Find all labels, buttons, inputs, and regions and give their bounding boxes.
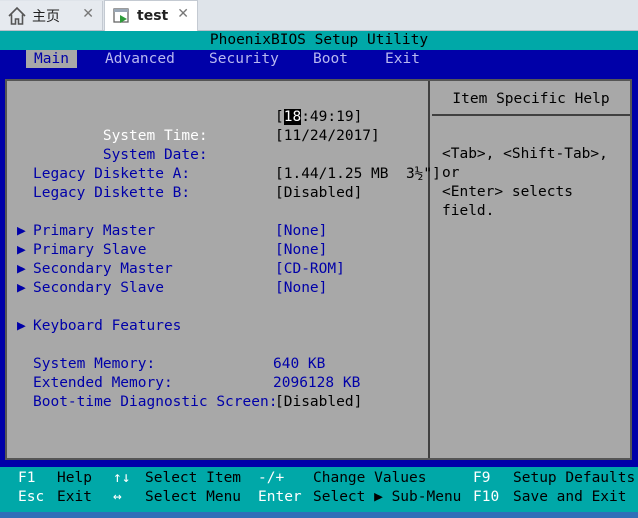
tab-home-label: 主页: [32, 8, 60, 25]
legacy-diskette-b-label: Legacy Diskette B:: [33, 185, 191, 201]
submenu-arrow-icon: ▶: [17, 280, 26, 296]
key-esc: Esc: [18, 489, 45, 505]
key-plusminus-desc: Change Values: [313, 470, 427, 486]
help-panel: Item Specific Help <Tab>, <Shift-Tab>, o…: [432, 81, 630, 458]
legacy-diskette-a-label: Legacy Diskette A:: [33, 166, 191, 182]
submenu-arrow-icon: ▶: [17, 318, 26, 334]
key-updown-desc: Select Item: [145, 470, 242, 486]
key-f9-desc: Setup Defaults: [513, 470, 636, 486]
vm-icon: [111, 5, 133, 27]
system-time-rest: :49:19]: [301, 109, 363, 125]
secondary-slave-label[interactable]: Secondary Slave: [33, 279, 164, 298]
system-date-value[interactable]: [11/24/2017]: [275, 127, 380, 146]
tab-test-label: test: [137, 8, 169, 24]
key-f10: F10: [473, 489, 500, 505]
key-leftright-desc: Select Menu: [145, 489, 242, 505]
home-icon: [6, 5, 28, 27]
submenu-arrow-icon: ▶: [17, 261, 26, 277]
window-bottom-edge: [0, 512, 638, 518]
menu-exit[interactable]: Exit: [385, 50, 420, 68]
tab-home[interactable]: 主页 ✕: [0, 1, 103, 30]
secondary-slave-value: [None]: [275, 280, 328, 296]
system-memory-label: System Memory:: [33, 356, 156, 372]
main-panel: System Time: [18:49:19] System Date: [11…: [5, 79, 632, 460]
primary-slave-value: [None]: [275, 242, 328, 258]
menu-security[interactable]: Security: [209, 50, 279, 68]
key-f9: F9: [473, 470, 491, 486]
close-icon[interactable]: ✕: [82, 6, 94, 22]
keyboard-features-label[interactable]: Keyboard Features: [33, 317, 181, 336]
bios-menu-bar: Main Advanced Security Boot Exit: [0, 50, 638, 68]
help-line-2: <Enter> selects field.: [442, 184, 573, 219]
key-f1-desc: Help: [57, 470, 92, 486]
settings-list: System Time: [18:49:19] System Date: [11…: [7, 81, 441, 458]
extended-memory-value: 2096128 KB: [273, 375, 361, 391]
key-enter-desc: Select ▶ Sub-Menu: [313, 489, 462, 505]
boot-diagnostic-label: Boot-time Diagnostic Screen:: [33, 394, 278, 410]
primary-master-value: [None]: [275, 223, 328, 239]
menu-advanced[interactable]: Advanced: [105, 50, 175, 68]
tab-test[interactable]: test ✕: [104, 0, 198, 31]
menu-boot[interactable]: Boot: [313, 50, 348, 68]
legacy-diskette-a-value[interactable]: [1.44/1.25 MB 3½"]: [275, 165, 441, 184]
close-icon[interactable]: ✕: [177, 6, 189, 22]
key-leftright: ↔: [113, 489, 122, 505]
secondary-master-value: [CD-ROM]: [275, 261, 345, 277]
boot-diagnostic-value[interactable]: [Disabled]: [275, 393, 362, 412]
help-line-1: <Tab>, <Shift-Tab>, or: [442, 146, 608, 181]
primary-slave-label[interactable]: Primary Slave: [33, 241, 147, 260]
key-plusminus: -/+: [258, 470, 285, 486]
key-legend-bar: F1 Help ↑↓ Select Item -/+ Change Values…: [0, 467, 638, 518]
extended-memory-label: Extended Memory:: [33, 375, 173, 391]
system-memory-value: 640 KB: [273, 356, 326, 372]
primary-master-label[interactable]: Primary Master: [33, 222, 155, 241]
system-date-row[interactable]: System Date:: [33, 127, 208, 163]
key-f1: F1: [18, 470, 36, 486]
help-text: <Tab>, <Shift-Tab>, or <Enter> selects f…: [442, 145, 626, 221]
tab-strip: 主页 ✕ test ✕: [0, 0, 638, 31]
secondary-master-label[interactable]: Secondary Master: [33, 260, 173, 279]
key-updown: ↑↓: [113, 470, 131, 486]
menu-main[interactable]: Main: [26, 50, 77, 68]
system-time-value[interactable]: [18:49:19]: [275, 108, 362, 127]
submenu-arrow-icon: ▶: [17, 223, 26, 239]
system-time-cursor: 18: [283, 109, 302, 125]
key-esc-desc: Exit: [57, 489, 92, 505]
system-date-label: System Date:: [102, 147, 208, 163]
key-enter: Enter: [258, 489, 302, 505]
key-f10-desc: Save and Exit: [513, 489, 627, 505]
bios-title: PhoenixBIOS Setup Utility: [0, 31, 638, 50]
submenu-arrow-icon: ▶: [17, 242, 26, 258]
legacy-diskette-b-value[interactable]: [Disabled]: [275, 184, 362, 203]
system-time-row[interactable]: System Time:: [33, 108, 208, 144]
bios-screen: PhoenixBIOS Setup Utility Main Advanced …: [0, 31, 638, 518]
help-title: Item Specific Help: [432, 81, 630, 116]
